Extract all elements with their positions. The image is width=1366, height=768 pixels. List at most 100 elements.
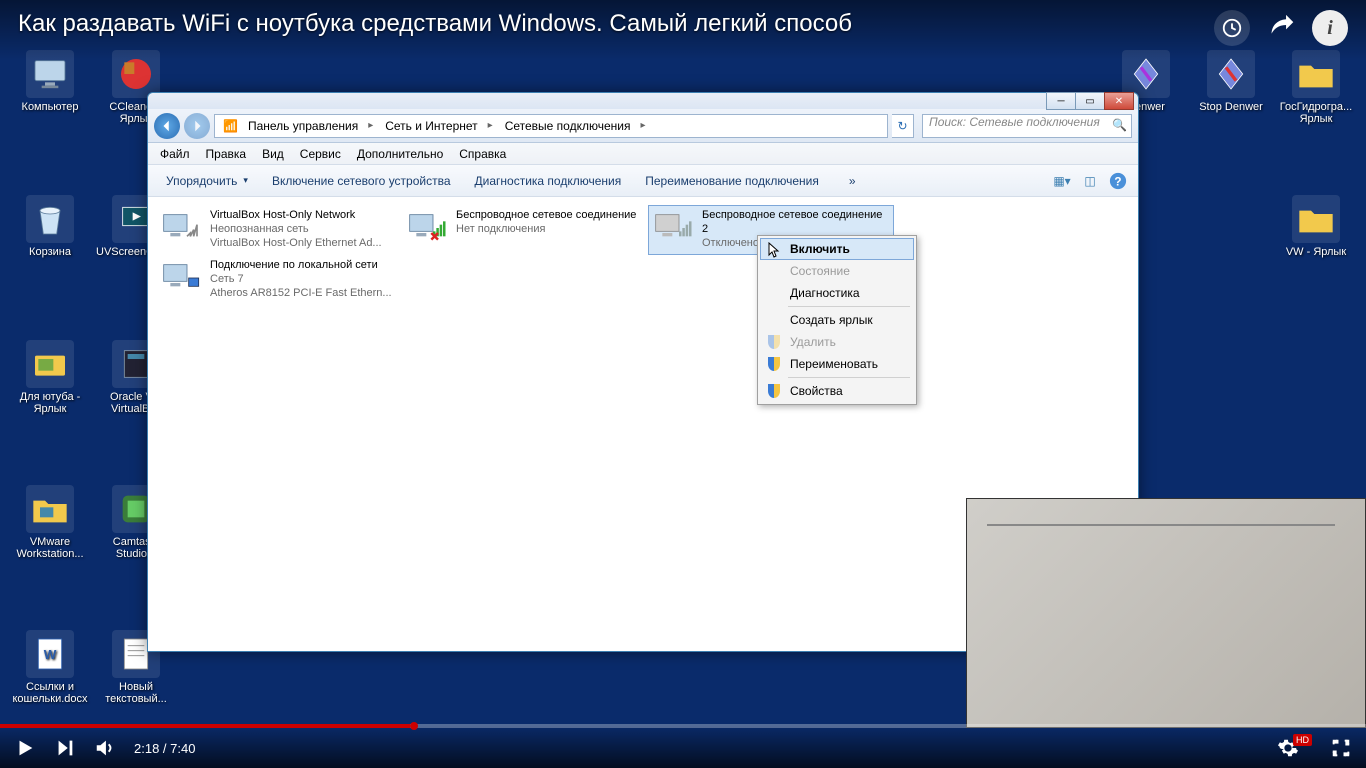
menu-help[interactable]: Справка — [451, 145, 514, 163]
time-total: 7:40 — [170, 741, 195, 756]
help-button[interactable]: ? — [1106, 170, 1130, 192]
ctx-separator — [788, 377, 910, 378]
time-display: 2:18 / 7:40 — [134, 741, 195, 756]
desktop-icon-label: Компьютер — [10, 101, 90, 113]
play-button[interactable] — [14, 737, 36, 759]
svg-text:?: ? — [1114, 175, 1121, 188]
menu-edit[interactable]: Правка — [198, 145, 255, 163]
connection-title: VirtualBox Host-Only Network — [210, 208, 382, 222]
preview-pane-button[interactable]: ◫ — [1078, 170, 1102, 192]
breadcrumb-l2[interactable]: Сеть и Интернет — [379, 119, 498, 133]
minimize-button[interactable]: ─ — [1046, 92, 1076, 110]
toolbar-enable-device[interactable]: Включение сетевого устройства — [262, 170, 461, 192]
titlebar[interactable]: ─ ▭ ✕ — [148, 93, 1138, 109]
toolbar-overflow[interactable] — [833, 170, 872, 192]
desktop-icon-vmware[interactable]: VMware Workstation... — [10, 485, 90, 560]
connection-sub: Нет подключения — [456, 222, 636, 236]
menu-view[interactable]: Вид — [254, 145, 292, 163]
desktop-icon-label: Корзина — [10, 246, 90, 258]
hd-badge: HD — [1293, 734, 1312, 746]
desktop-icon-youtube-folder[interactable]: Для ютуба - Ярлык — [10, 340, 90, 415]
desktop-icon-label: Для ютуба - Ярлык — [10, 391, 90, 415]
network-adapter-icon — [160, 208, 204, 252]
ctx-label: Состояние — [790, 264, 850, 278]
settings-button[interactable]: HD — [1277, 737, 1312, 759]
wireless-adapter-disabled-icon — [652, 208, 696, 252]
wireless-adapter-icon — [406, 208, 450, 252]
ctx-rename[interactable]: Переименовать — [760, 353, 914, 375]
context-menu: Включить Состояние Диагностика Создать я… — [757, 235, 917, 405]
desktop-icon-label: Stop Denwer — [1191, 101, 1271, 113]
connection-device: Atheros AR8152 PCI-E Fast Ethern... — [210, 286, 392, 300]
search-input[interactable]: Поиск: Сетевые подключения — [922, 114, 1132, 138]
breadcrumb-root[interactable]: Панель управления — [242, 119, 379, 133]
svg-text:W: W — [44, 647, 57, 662]
menu-advanced[interactable]: Дополнительно — [349, 145, 451, 163]
exit-fullscreen-button[interactable] — [1330, 737, 1352, 759]
ctx-label: Переименовать — [790, 357, 878, 371]
ctx-status: Состояние — [760, 260, 914, 282]
shield-icon — [766, 356, 782, 372]
ctx-label: Создать ярлык — [790, 313, 873, 327]
watch-later-button[interactable] — [1214, 10, 1250, 46]
connection-title: Беспроводное сетевое соединение — [456, 208, 636, 222]
connection-title: Подключение по локальной сети — [210, 258, 392, 272]
video-title: Как раздавать WiFi с ноутбука средствами… — [18, 10, 852, 38]
refresh-button[interactable]: ↻ — [892, 114, 914, 138]
menu-tools[interactable]: Сервис — [292, 145, 349, 163]
shield-icon — [766, 334, 782, 350]
ctx-create-shortcut[interactable]: Создать ярлык — [760, 309, 914, 331]
nav-row: 📶 Панель управления Сеть и Интернет Сете… — [148, 109, 1138, 143]
lan-adapter-icon — [160, 258, 204, 302]
info-button[interactable]: i — [1312, 10, 1348, 46]
desktop-icon-label: VW - Ярлык — [1276, 246, 1356, 258]
desktop-icon-links[interactable]: W Ссылки и кошельки.docx — [10, 630, 90, 705]
close-button[interactable]: ✕ — [1104, 92, 1134, 110]
desktop-icon-bin[interactable]: Корзина — [10, 195, 90, 258]
connection-item-virtualbox[interactable]: VirtualBox Host-Only Network Неопознанна… — [156, 205, 402, 255]
yt-controls: 2:18 / 7:40 HD — [0, 724, 1366, 768]
breadcrumb-l3[interactable]: Сетевые подключения — [499, 119, 652, 133]
desktop-icon-label: Новый текстовый... — [96, 681, 176, 705]
connection-sub: Неопознанная сеть — [210, 222, 382, 236]
picture-in-picture — [966, 498, 1366, 728]
connection-item-lan[interactable]: Подключение по локальной сети Сеть 7 Ath… — [156, 255, 402, 305]
ctx-properties[interactable]: Свойства — [760, 380, 914, 402]
menu-bar: Файл Правка Вид Сервис Дополнительно Спр… — [148, 143, 1138, 165]
toolbar-rename[interactable]: Переименование подключения — [635, 170, 829, 192]
connection-device: VirtualBox Host-Only Ethernet Ad... — [210, 236, 382, 250]
back-button[interactable] — [154, 113, 180, 139]
ctx-label: Включить — [790, 242, 850, 256]
breadcrumb[interactable]: 📶 Панель управления Сеть и Интернет Сете… — [214, 114, 888, 138]
toolbar: Упорядочить Включение сетевого устройств… — [148, 165, 1138, 197]
share-button[interactable] — [1268, 12, 1294, 45]
ctx-delete: Удалить — [760, 331, 914, 353]
maximize-button[interactable]: ▭ — [1075, 92, 1105, 110]
desktop-icon-vw[interactable]: VW - Ярлык — [1276, 195, 1356, 258]
connection-title: Беспроводное сетевое соединение 2 — [702, 208, 890, 236]
view-options-button[interactable]: ▦▾ — [1050, 170, 1074, 192]
ctx-label: Свойства — [790, 384, 843, 398]
ctx-diagnostics[interactable]: Диагностика — [760, 282, 914, 304]
shield-icon — [766, 383, 782, 399]
ctx-separator — [788, 306, 910, 307]
progress-bar[interactable] — [0, 724, 1366, 728]
menu-file[interactable]: Файл — [152, 145, 198, 163]
desktop-icon-goshydro[interactable]: ГосГидрогра... Ярлык — [1276, 50, 1356, 125]
next-button[interactable] — [54, 737, 76, 759]
cursor-icon — [767, 242, 783, 258]
yt-header: Как раздавать WiFi с ноутбука средствами… — [0, 0, 1366, 60]
time-current: 2:18 — [134, 741, 159, 756]
toolbar-diagnostics[interactable]: Диагностика подключения — [465, 170, 632, 192]
desktop-icon-label: VMware Workstation... — [10, 536, 90, 560]
connection-sub: Сеть 7 — [210, 272, 392, 286]
ctx-label: Диагностика — [790, 286, 860, 300]
connection-item-wireless[interactable]: Беспроводное сетевое соединение Нет подк… — [402, 205, 648, 255]
ctx-label: Удалить — [790, 335, 836, 349]
volume-button[interactable] — [94, 737, 116, 759]
desktop-icon-label: Ссылки и кошельки.docx — [10, 681, 90, 705]
ctx-enable[interactable]: Включить — [760, 238, 914, 260]
toolbar-organize[interactable]: Упорядочить — [156, 170, 258, 192]
forward-button[interactable] — [184, 113, 210, 139]
desktop-icon-label: ГосГидрогра... Ярлык — [1276, 101, 1356, 125]
